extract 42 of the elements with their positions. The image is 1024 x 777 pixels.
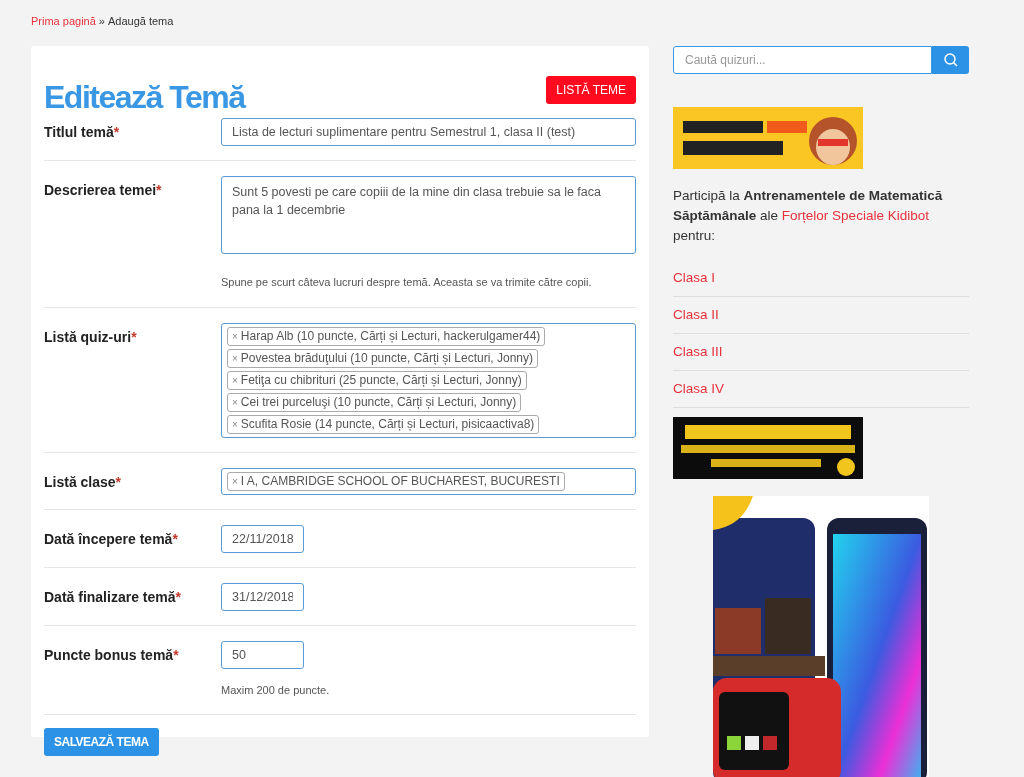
remove-tag-button[interactable]: × xyxy=(232,394,238,410)
tag-text: I A, CAMBRIDGE SCHOOL OF BUCHAREST, BUCURESTI xyxy=(240,473,560,490)
field-label: Dată începere temă* xyxy=(44,529,179,549)
text-area[interactable]: Sunt 5 povesti pe care copiii de la mine din clasa trebuie sa le faca pana la 1 decembrie xyxy=(221,176,636,254)
text-field[interactable]: Lista de lecturi suplimentare pentru Semestrul 1, clasa II (test) xyxy=(221,118,636,146)
search-icon xyxy=(943,53,958,67)
remove-tag-button[interactable]: × xyxy=(232,473,238,489)
tag-field[interactable]: × I A, CAMBRIDGE SCHOOL OF BUCHAREST, BUCURESTI xyxy=(221,467,636,495)
remove-tag-button[interactable]: × xyxy=(232,328,238,344)
breadcrumb-link[interactable]: Prima pagină xyxy=(31,13,96,46)
tag-text: Harap Alb (10 puncte, Cărți și Lecturi, hackerulgamer44) xyxy=(240,328,541,345)
class-link[interactable]: Clasa IV xyxy=(673,378,725,400)
save-button[interactable]: SALVEAZĂ TEMA xyxy=(44,728,159,756)
tag-text: Fetiţa cu chibrituri (25 puncte, Cărți și Lecturi, Jonny) xyxy=(240,372,522,389)
short-field[interactable]: 22/11/2018 xyxy=(221,524,304,553)
breadcrumb-current: Adaugă tema xyxy=(107,14,174,29)
promo-link[interactable]: Forțelor Speciale Kidibot xyxy=(781,208,929,223)
tag-text: Povestea brăduţului (10 puncte, Cărți și Lecturi, Jonny) xyxy=(240,350,533,367)
tag-field[interactable] xyxy=(221,322,636,438)
class-link[interactable]: Clasa I xyxy=(673,267,716,289)
help-text: Spune pe scurt câteva lucruri despre temă. Aceasta se va trimite către copii. xyxy=(221,275,593,290)
field-label: Titlul temă* xyxy=(44,123,121,142)
short-field[interactable]: 50 xyxy=(221,640,304,669)
field-label: Listă quiz-uri* xyxy=(44,327,138,347)
class-link[interactable]: Clasa II xyxy=(673,304,719,326)
promo-text: Participă la Antrenamentele de Matematică Săptămânale ale Forțelor Speciale Kidibot pentru: xyxy=(673,187,944,245)
remove-tag-button[interactable]: × xyxy=(232,416,238,432)
remove-tag-button[interactable]: × xyxy=(232,350,238,366)
page-title: Editează Temă xyxy=(44,81,245,113)
remove-tag-button[interactable]: × xyxy=(232,372,238,388)
field-label: Dată finalizare temă* xyxy=(44,587,182,607)
search-button[interactable] xyxy=(932,46,969,74)
help-text: Maxim 200 de puncte. xyxy=(221,682,331,698)
class-link[interactable]: Clasa III xyxy=(673,341,723,363)
field-label: Listă clase* xyxy=(44,472,123,492)
search-field[interactable]: Caută quizuri... xyxy=(673,46,932,74)
list-button[interactable]: LISTĂ TEME xyxy=(546,76,636,104)
tag-text: Cei trei purceluşi (10 puncte, Cărți și Lecturi, Jonny) xyxy=(240,394,517,411)
field-label: Descrierea temei* xyxy=(44,181,163,200)
breadcrumb-separator: » xyxy=(98,14,105,29)
field-label: Puncte bonus temă* xyxy=(44,645,180,665)
tag-text: Scufita Rosie (14 puncte, Cărți și Lecturi, pisicaactiva8) xyxy=(240,416,535,433)
